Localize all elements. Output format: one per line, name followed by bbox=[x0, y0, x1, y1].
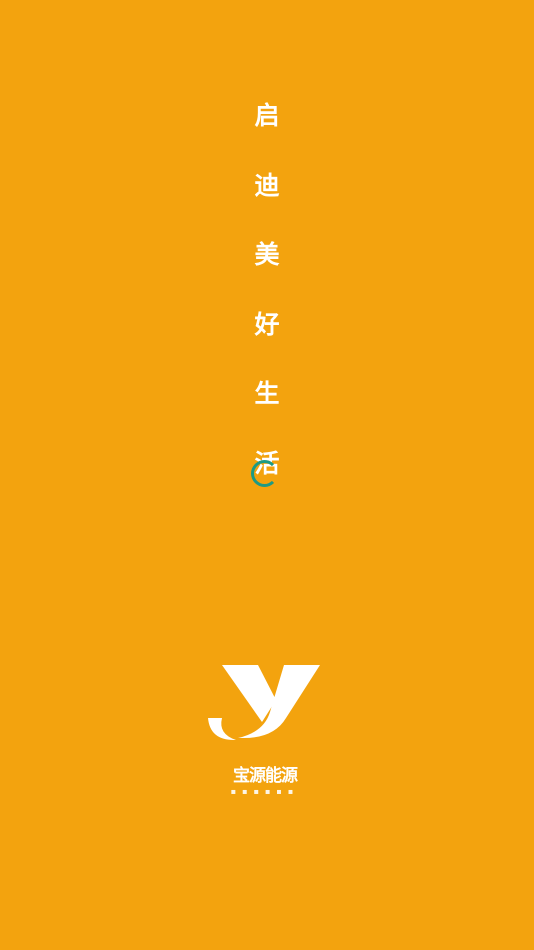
slogan-char: 迪 bbox=[254, 170, 280, 200]
slogan-char: 好 bbox=[254, 309, 280, 339]
slogan-char: 启 bbox=[254, 101, 280, 130]
slogan-char: 美 bbox=[254, 240, 280, 269]
slogan-char: 生 bbox=[254, 379, 280, 408]
slogan: 启 迪 美 好 生 活 bbox=[0, 98, 534, 515]
brand-name: 宝源能源 bbox=[233, 766, 298, 786]
yy-logo-icon bbox=[208, 665, 320, 740]
brand-logo: 宝源能源 ▪▪▪▪▪▪ bbox=[182, 640, 348, 820]
loading-spinner bbox=[251, 460, 278, 487]
splash-screen: 启 迪 美 好 生 活 宝源能源 ▪▪▪▪▪▪ bbox=[0, 0, 534, 950]
brand-subtitle: ▪▪▪▪▪▪ bbox=[230, 787, 300, 796]
